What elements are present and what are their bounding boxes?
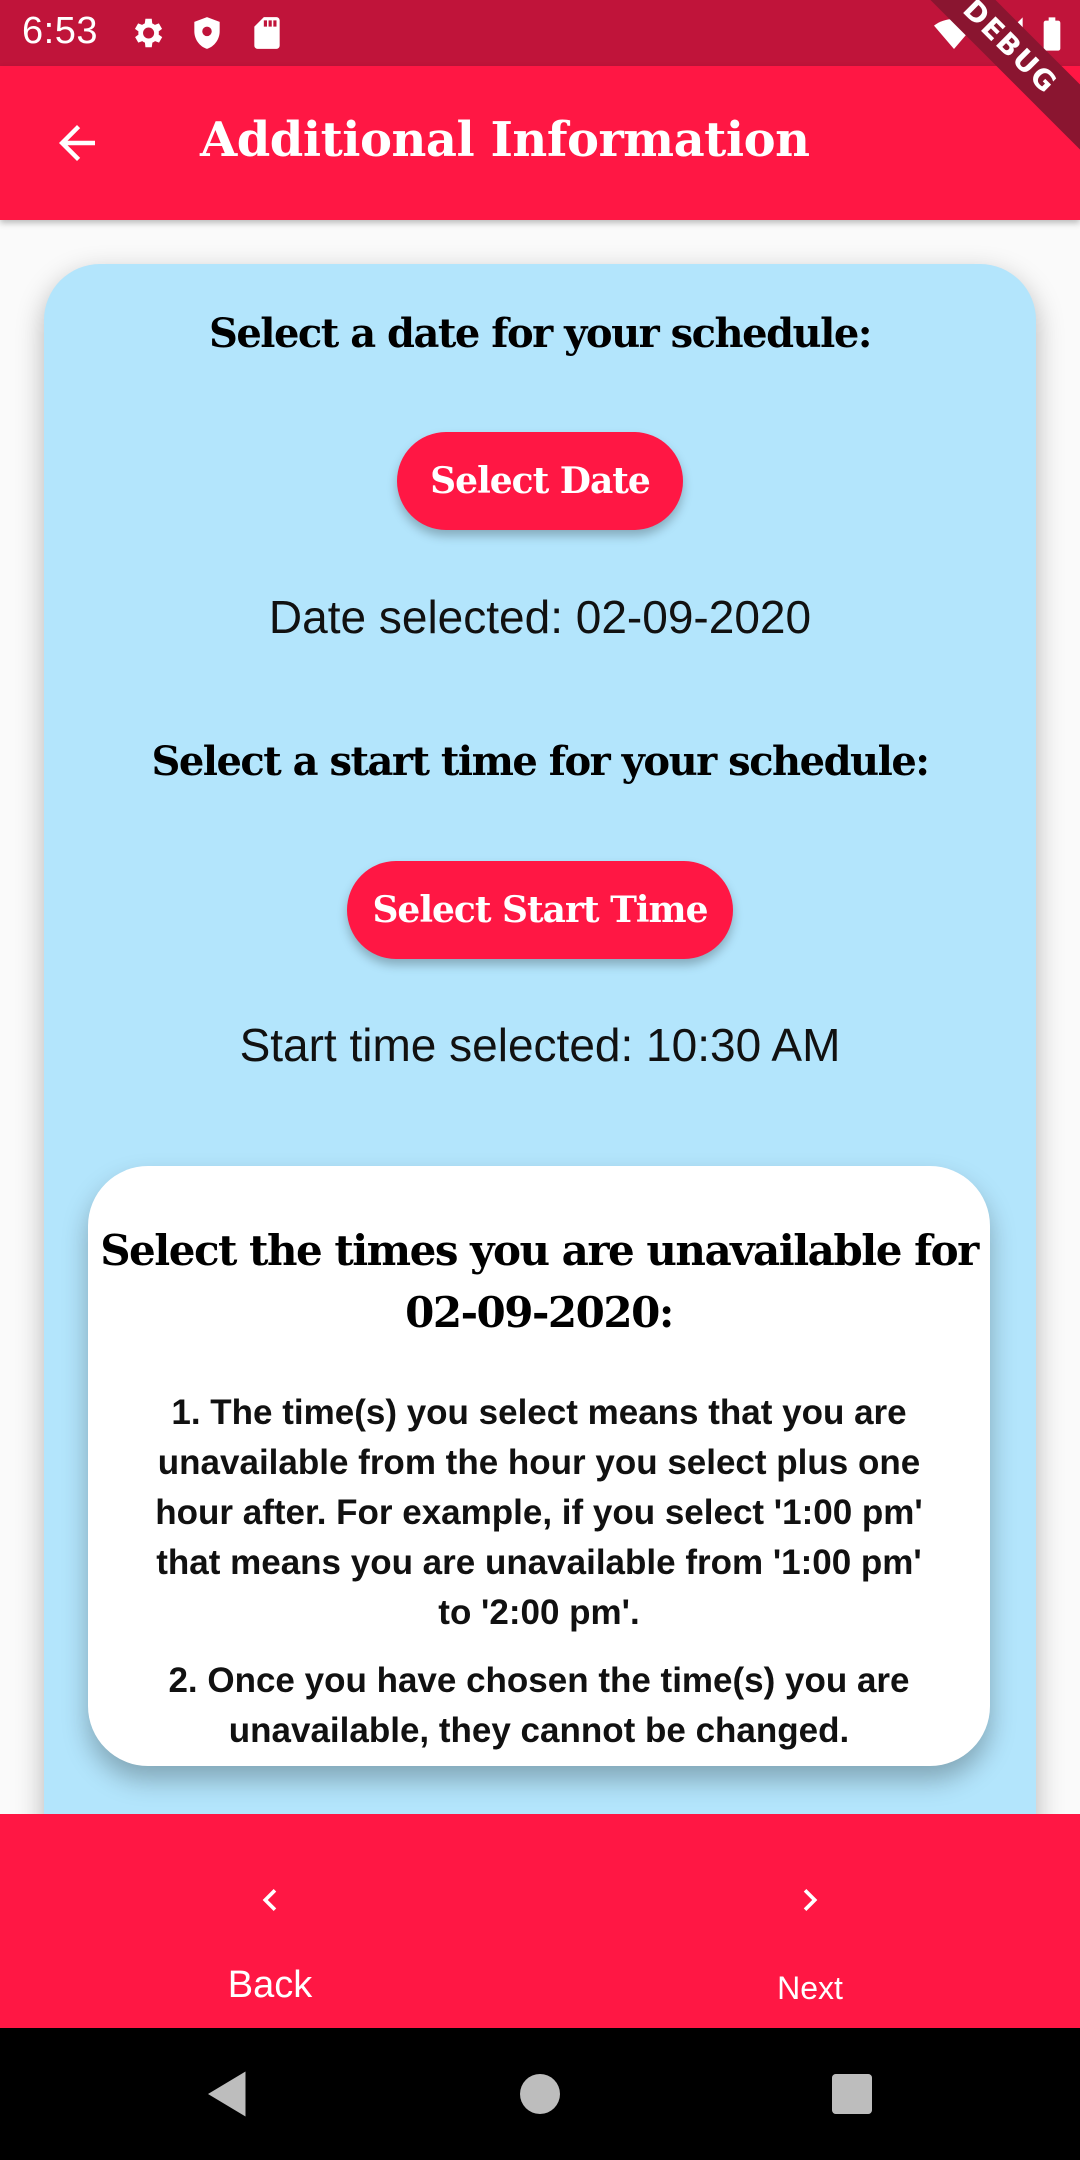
app-bar: Additional Information [0,66,1080,220]
page-title: Additional Information [200,112,810,168]
rule-1-line5: to '2:00 pm'. [438,1593,640,1632]
rule-1-line3: hour after. For example, if you select '… [155,1493,923,1532]
chevron-right-icon [803,1889,818,1911]
arrow-back-icon[interactable] [50,116,104,170]
start-time-selected-text: Start time selected: 10:30 AM [239,1019,841,1071]
start-time-heading: Select a start time for your schedule: [151,738,930,785]
status-time: 6:53 [22,10,98,52]
nav-recents-icon[interactable] [822,2064,882,2124]
bottom-navigation: Back Next [0,1814,1080,2028]
system-navigation-bar [0,2028,1080,2160]
sd-card-icon [254,17,280,49]
rule-2: 2. Once you have chosen the time(s) you … [108,1656,970,1756]
unavailable-heading-line1: Select the times you are unavailable for [100,1226,979,1275]
rule-1: 1. The time(s) you select means that you… [108,1388,970,1638]
date-heading: Select a date for your schedule: [208,310,873,357]
status-bar: 6:53 [0,0,1080,66]
select-date-button[interactable]: Select Date [397,432,683,530]
rule-1-line1: 1. The time(s) you select means that you… [171,1393,907,1432]
screen: 6:53 DEBUG Additional Information Select… [0,0,1080,2160]
unavailable-heading-line2: 02-09-2020: [405,1288,674,1337]
rule-2-line2: unavailable, they cannot be changed. [228,1711,850,1750]
rule-2-line1: 2. Once you have chosen the time(s) you … [168,1661,910,1700]
back-nav-button[interactable]: Back [120,1814,420,2028]
date-selected-text: Date selected: 02-09-2020 [268,591,812,643]
rule-1-line4: that means you are unavailable from '1:0… [156,1543,922,1582]
chevron-left-icon [262,1889,277,1911]
select-start-time-button[interactable]: Select Start Time [347,861,733,959]
unavailable-times-card: Select the times you are unavailable for… [88,1166,990,1766]
back-nav-label: Back [227,1964,313,2006]
nav-home-icon[interactable] [510,2064,570,2124]
shield-icon [194,17,220,49]
nav-back-icon[interactable] [198,2064,258,2124]
next-nav-label: Next [777,1970,843,2006]
unavailable-heading: Select the times you are unavailable for… [88,1220,990,1344]
next-nav-button[interactable]: Next [660,1814,960,2028]
gear-icon [134,18,163,48]
rule-1-line2: unavailable from the hour you select plu… [157,1443,921,1482]
